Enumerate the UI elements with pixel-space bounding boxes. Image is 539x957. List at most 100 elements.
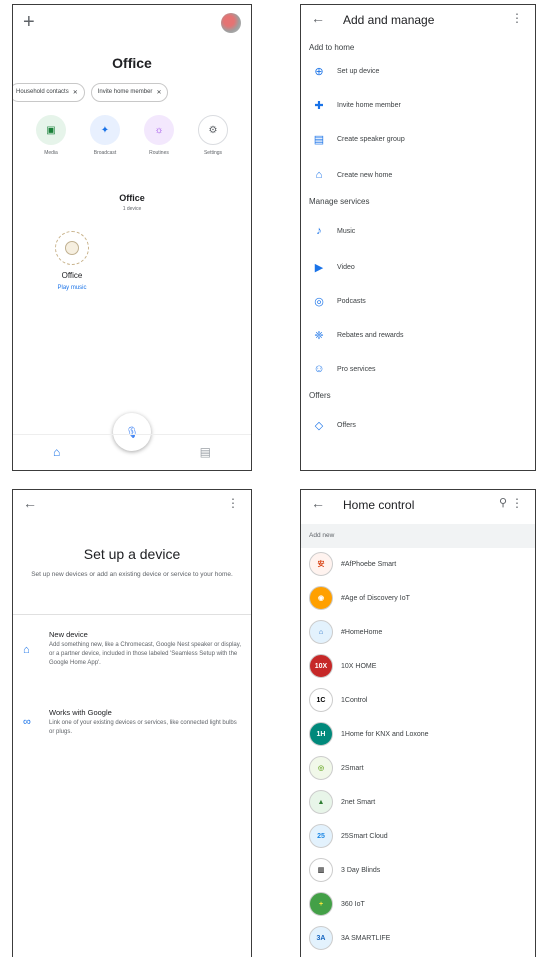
brand-name: 25Smart Cloud [341, 832, 388, 840]
account-avatar[interactable] [221, 13, 241, 33]
brand-list-item[interactable]: 1H 1Home for KNX and Loxone [301, 720, 535, 748]
brand-list-item[interactable]: ▥ 3 Day Blinds [301, 856, 535, 884]
page-subtitle: Set up new devices or add an existing de… [31, 571, 233, 578]
routines-icon: ☼ [144, 115, 174, 145]
person-icon: ☺ [313, 363, 325, 375]
menu-item-podcasts[interactable]: ◎ Podcasts [301, 291, 535, 311]
room-title: Office [119, 193, 145, 203]
brand-name: 10X HOME [341, 662, 377, 670]
top-bar: + [13, 9, 251, 39]
brand-list-item[interactable]: ▲ 2net Smart [301, 788, 535, 816]
chip-row: Household contacts ✕ Invite home member … [13, 83, 251, 102]
brand-list-item[interactable]: 1C 1Control [301, 686, 535, 714]
menu-item-rebates-and-rewards[interactable]: ❈ Rebates and rewards [301, 325, 535, 345]
quick-action-media[interactable]: ▣ Media [29, 115, 73, 156]
brand-name: #AfPhoebe Smart [341, 560, 397, 568]
menu-item-pro-services[interactable]: ☺ Pro services [301, 359, 535, 379]
brand-logo-icon: ◉ [309, 586, 333, 610]
menu-item-create-speaker-group[interactable]: ▤ Create speaker group [301, 129, 535, 149]
menu-label: Offers [337, 421, 356, 429]
add-icon[interactable]: + [23, 11, 35, 34]
brand-list-item[interactable]: ◎ 2Smart [301, 754, 535, 782]
person-add-icon: ✚ [314, 99, 324, 112]
page-title: Set up a device [83, 546, 181, 562]
room-subtitle: 1 device [122, 206, 142, 212]
video-icon: ▶ [314, 261, 324, 274]
speaker-icon [55, 231, 89, 265]
more-vert-icon[interactable]: ⋮ [511, 11, 523, 25]
menu-item-set-up-device[interactable]: ⊕ Set up device [301, 61, 535, 81]
menu-label: Rebates and rewards [337, 331, 404, 339]
tag-icon: ◇ [314, 419, 324, 432]
option-title: Works with Google [49, 708, 112, 717]
menu-label: Music [337, 227, 356, 235]
quick-actions: ▣ Media ✦ Broadcast ☼ Routines ⚙ Setting… [29, 115, 235, 156]
menu-item-invite-home-member[interactable]: ✚ Invite home member [301, 95, 535, 115]
close-icon[interactable]: ✕ [156, 89, 161, 96]
home-tab-icon[interactable]: ⌂ [53, 445, 60, 459]
menu-item-video[interactable]: ▶ Video [301, 257, 535, 277]
quick-action-routines[interactable]: ☼ Routines [137, 115, 181, 156]
brand-list-item[interactable]: ◉ #Age of Discovery IoT [301, 584, 535, 612]
brand-list-item[interactable]: 10X 10X HOME [301, 652, 535, 680]
app-bar: ← Add and manage ⋮ [301, 5, 535, 35]
brand-logo-icon: 10X [309, 654, 333, 678]
app-bar: ← ⋮ [13, 490, 251, 520]
search-icon[interactable]: ⚲ [499, 496, 507, 509]
brand-name: 360 IoT [341, 900, 365, 908]
menu-label: Podcasts [337, 297, 366, 305]
more-vert-icon[interactable]: ⋮ [511, 496, 523, 510]
home-control-screen: ← Home control ⚲ ⋮ Add new 安 #AfPhoebe Sm… [300, 489, 536, 957]
quick-action-label: Media [44, 150, 58, 156]
brand-logo-icon: 1C [309, 688, 333, 712]
option-title: New device [49, 630, 88, 639]
chip-invite-home-member[interactable]: Invite home member ✕ [90, 83, 169, 102]
option-works-with-google[interactable]: ∞ Works with Google Link one of your exi… [13, 708, 243, 748]
link-icon: ∞ [23, 716, 31, 728]
brand-name: #Age of Discovery IoT [341, 594, 410, 602]
home-icon: ⌂ [315, 169, 323, 181]
quick-action-settings[interactable]: ⚙ Settings [191, 115, 235, 156]
menu-label: Create new home [337, 171, 393, 179]
brand-list-item[interactable]: 3A 3A SMARTLIFE [301, 924, 535, 952]
bottom-nav: ⌂ ▤ [13, 434, 251, 470]
menu-label: Pro services [337, 365, 376, 373]
section-manage-services: Manage services [309, 197, 370, 206]
menu-item-offers[interactable]: ◇ Offers [301, 415, 535, 435]
music-note-icon: ♪ [316, 225, 322, 237]
option-new-device[interactable]: ⌂ New device Add something new, like a C… [13, 630, 243, 690]
brand-logo-icon: 3A [309, 926, 333, 950]
device-name: Office [61, 271, 83, 280]
option-description: Add something new, like a Chromecast, Go… [49, 642, 241, 666]
chip-household-contacts[interactable]: Household contacts ✕ [13, 83, 85, 102]
brand-list-item[interactable]: 25 25Smart Cloud [301, 822, 535, 850]
back-arrow-icon[interactable]: ← [311, 495, 325, 511]
brand-list-item[interactable]: 安 #AfPhoebe Smart [301, 550, 535, 578]
back-arrow-icon[interactable]: ← [311, 10, 325, 26]
divider [13, 614, 251, 615]
brand-list-item[interactable]: ⌂ #HomeHome [301, 618, 535, 646]
menu-label: Create speaker group [337, 135, 405, 143]
brand-logo-icon: 安 [309, 552, 333, 576]
close-icon[interactable]: ✕ [73, 89, 78, 96]
brand-logo-icon: ◎ [309, 756, 333, 780]
speaker-group-icon: ▤ [313, 133, 325, 146]
more-vert-icon[interactable]: ⋮ [227, 496, 239, 510]
gear-icon: ⚙ [198, 115, 228, 145]
brand-name: #HomeHome [341, 628, 383, 636]
set-up-device-screen: ← ⋮ Set up a device Set up new devices o… [12, 489, 252, 957]
option-description: Link one of your existing devices or ser… [49, 720, 237, 735]
back-arrow-icon[interactable]: ← [23, 495, 37, 511]
brand-name: 1Home for KNX and Loxone [341, 730, 429, 738]
device-tile[interactable]: Office Play music [45, 231, 99, 291]
play-music-link[interactable]: Play music [45, 285, 99, 291]
quick-action-broadcast[interactable]: ✦ Broadcast [83, 115, 127, 156]
feed-tab-icon[interactable]: ▤ [200, 445, 211, 459]
menu-item-create-new-home[interactable]: ⌂ Create new home [301, 165, 535, 185]
add-circle-icon: ⊕ [314, 65, 324, 78]
brand-list-item[interactable]: +360 IoT [301, 890, 535, 918]
menu-item-music[interactable]: ♪ Music [301, 221, 535, 241]
brand-name: 1Control [341, 696, 368, 704]
quick-action-label: Broadcast [93, 150, 117, 156]
brand-logo-icon: 25 [309, 824, 333, 848]
